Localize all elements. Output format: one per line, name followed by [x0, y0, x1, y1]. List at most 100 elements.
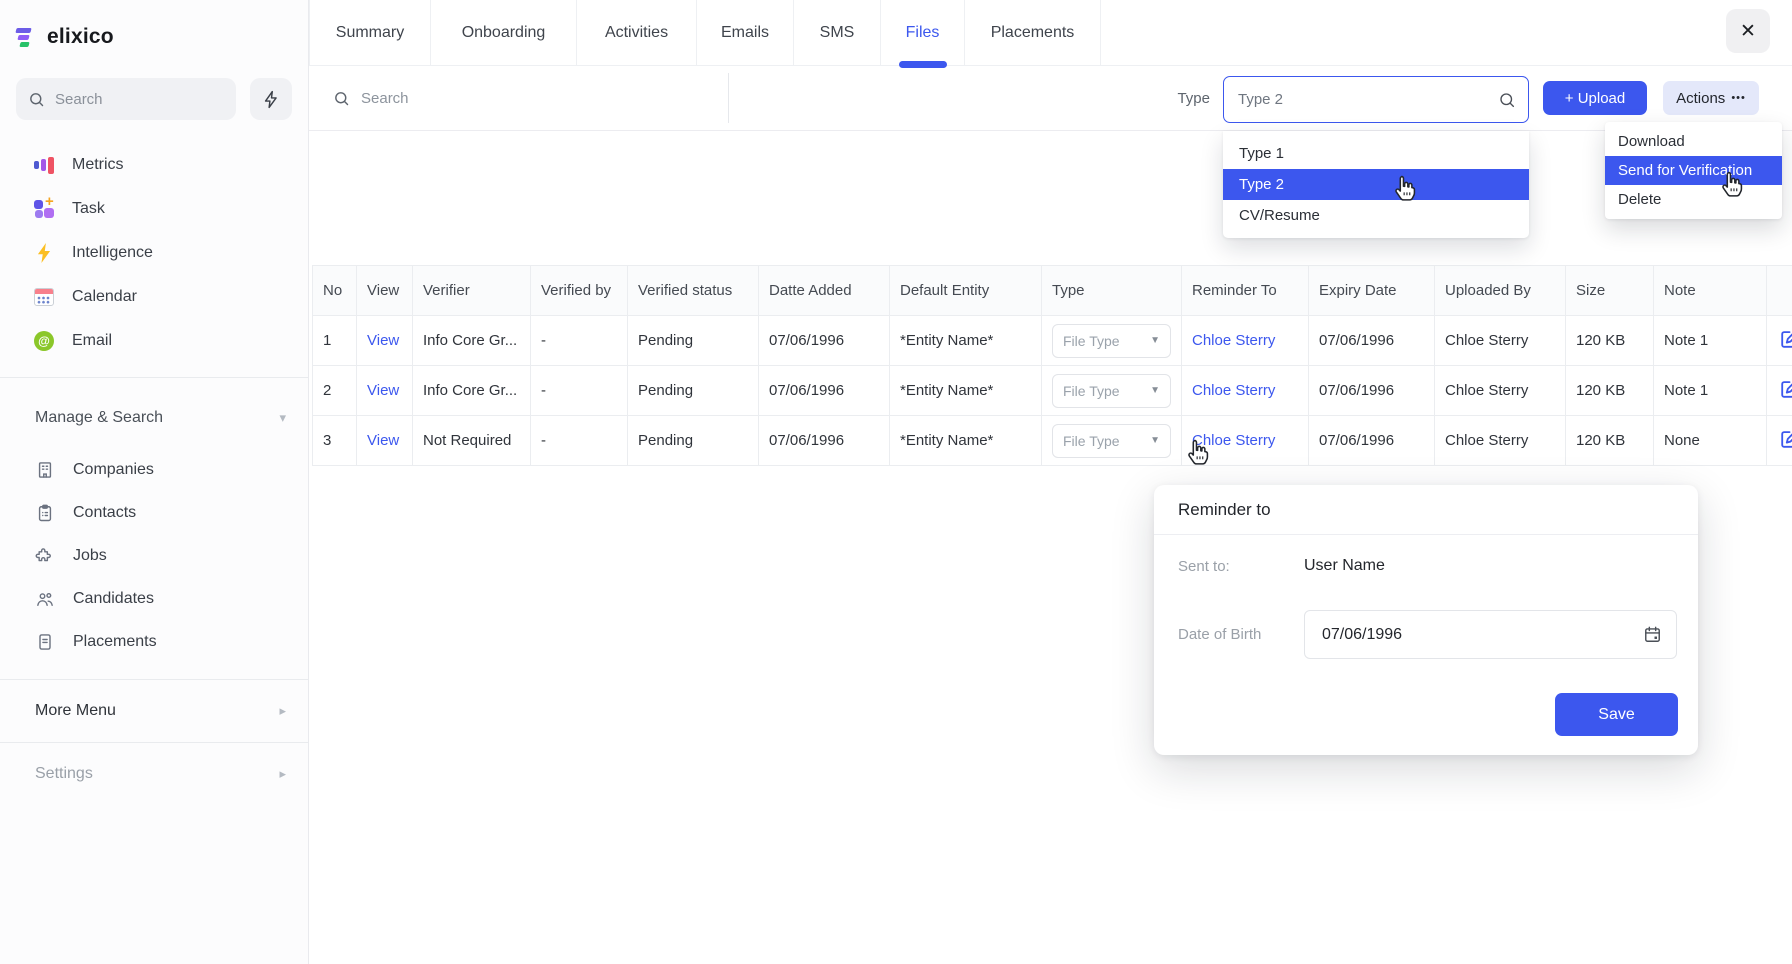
- action-send-for-verification[interactable]: Send for Verification: [1605, 156, 1782, 185]
- close-button[interactable]: ✕: [1726, 9, 1770, 53]
- cell-date-added: 07/06/1996: [759, 316, 890, 366]
- tab-label: Emails: [721, 24, 769, 42]
- col-header-uploaded-by: Uploaded By: [1435, 266, 1566, 316]
- reminder-to-link[interactable]: Chloe Sterry: [1192, 432, 1275, 449]
- col-header-verified-status: Verified status: [628, 266, 759, 316]
- file-type-select[interactable]: File Type▼: [1052, 374, 1171, 408]
- cell-note: Note 1: [1654, 366, 1767, 416]
- cell-date-added: 07/06/1996: [759, 366, 890, 416]
- sidebar-item-metrics[interactable]: Metrics: [0, 143, 308, 187]
- table-header-row: No View Verifier Verified by Verified st…: [313, 266, 1792, 316]
- reminder-to-link[interactable]: Chloe Sterry: [1192, 332, 1275, 349]
- settings-label: Settings: [35, 765, 93, 783]
- jobs-icon: [34, 545, 56, 567]
- calendar-picker-icon[interactable]: [1643, 625, 1662, 644]
- sidebar-item-calendar[interactable]: Calendar: [0, 275, 308, 319]
- tab-placements[interactable]: Placements: [965, 0, 1101, 65]
- cell-verified-by: -: [531, 316, 628, 366]
- sidebar-item-placements[interactable]: Placements: [0, 620, 308, 663]
- cell-size: 120 KB: [1566, 366, 1654, 416]
- tab-onboarding[interactable]: Onboarding: [431, 0, 577, 65]
- actions-label: Actions: [1676, 90, 1725, 107]
- type-filter-input[interactable]: [1238, 91, 1490, 108]
- tab-emails[interactable]: Emails: [697, 0, 794, 65]
- cell-expiry-date: 07/06/1996: [1309, 366, 1435, 416]
- bolt-icon: [262, 90, 281, 109]
- tab-activities[interactable]: Activities: [577, 0, 697, 65]
- modal-title: Reminder to: [1154, 485, 1698, 535]
- task-icon: +: [33, 198, 55, 220]
- type-dropdown-menu: Type 1 Type 2 CV/Resume: [1223, 131, 1529, 238]
- actions-button[interactable]: Actions •••: [1663, 81, 1759, 115]
- cell-default-entity: *Entity Name*: [890, 416, 1042, 466]
- view-link[interactable]: View: [367, 382, 399, 399]
- table-search-input[interactable]: [361, 90, 601, 107]
- view-link[interactable]: View: [367, 332, 399, 349]
- app-logo: elixico: [16, 25, 308, 49]
- divider: [728, 73, 729, 123]
- logo-text: elixico: [47, 25, 114, 49]
- sidebar-item-jobs[interactable]: Jobs: [0, 534, 308, 577]
- cell-size: 120 KB: [1566, 416, 1654, 466]
- table-row: 3 View Not Required - Pending 07/06/1996…: [313, 416, 1792, 466]
- sidebar-item-email[interactable]: @ Email: [0, 319, 308, 363]
- sidebar-item-candidates[interactable]: Candidates: [0, 577, 308, 620]
- action-download[interactable]: Download: [1605, 127, 1782, 156]
- save-button[interactable]: Save: [1555, 693, 1678, 736]
- reminder-to-link[interactable]: Chloe Sterry: [1192, 382, 1275, 399]
- file-type-select[interactable]: File Type▼: [1052, 424, 1171, 458]
- cell-no: 2: [313, 366, 357, 416]
- upload-button[interactable]: + Upload: [1543, 81, 1647, 115]
- edit-icon[interactable]: [1779, 428, 1792, 450]
- sidebar-item-companies[interactable]: Companies: [0, 448, 308, 491]
- sidebar-search-input[interactable]: [55, 91, 224, 108]
- type-option-2[interactable]: Type 2: [1223, 169, 1529, 200]
- table-search[interactable]: [333, 66, 601, 131]
- sidebar: elixico Metrics + Task Intelligence: [0, 0, 309, 964]
- caret-down-icon: ▼: [1150, 385, 1160, 396]
- chevron-right-icon: ▸: [279, 703, 286, 719]
- search-icon: [28, 91, 45, 108]
- file-type-select[interactable]: File Type▼: [1052, 324, 1171, 358]
- sidebar-item-contacts[interactable]: Contacts: [0, 491, 308, 534]
- tab-sms[interactable]: SMS: [794, 0, 881, 65]
- cell-verified-status: Pending: [628, 416, 759, 466]
- sidebar-search[interactable]: [16, 78, 236, 120]
- sidebar-item-more-menu[interactable]: More Menu ▸: [0, 680, 308, 742]
- sidebar-item-label: Intelligence: [72, 244, 153, 262]
- view-link[interactable]: View: [367, 432, 399, 449]
- type-option-cv-resume[interactable]: CV/Resume: [1223, 200, 1529, 231]
- cell-expiry-date: 07/06/1996: [1309, 416, 1435, 466]
- cell-verified-status: Pending: [628, 366, 759, 416]
- col-header-verifier: Verifier: [413, 266, 531, 316]
- tab-files[interactable]: Files: [881, 0, 965, 65]
- filter-bar: Type + Upload Actions •••: [309, 66, 1792, 131]
- type-option-1[interactable]: Type 1: [1223, 138, 1529, 169]
- cell-uploaded-by: Chloe Sterry: [1435, 316, 1566, 366]
- sidebar-item-intelligence[interactable]: Intelligence: [0, 231, 308, 275]
- col-header-size: Size: [1566, 266, 1654, 316]
- type-filter-label: Type: [1135, 66, 1210, 131]
- sidebar-item-settings[interactable]: Settings ▸: [0, 743, 308, 805]
- dob-input[interactable]: [1322, 626, 1643, 644]
- col-header-date-added: Datte Added: [759, 266, 890, 316]
- quick-actions-button[interactable]: [250, 78, 292, 120]
- sidebar-item-label: Calendar: [72, 288, 137, 306]
- col-header-note: Note: [1654, 266, 1767, 316]
- edit-icon[interactable]: [1779, 328, 1792, 350]
- tab-label: Placements: [991, 24, 1075, 42]
- tab-label: Onboarding: [462, 24, 546, 42]
- actions-dropdown-menu: Download Send for Verification Delete: [1605, 122, 1782, 219]
- candidates-icon: [34, 588, 56, 610]
- tab-label: SMS: [820, 24, 855, 42]
- edit-icon[interactable]: [1779, 378, 1792, 400]
- tab-summary[interactable]: Summary: [309, 0, 431, 65]
- action-delete[interactable]: Delete: [1605, 185, 1782, 214]
- type-filter-combobox[interactable]: [1223, 76, 1529, 123]
- dob-field[interactable]: [1304, 610, 1677, 659]
- sidebar-subnav: Companies Contacts Jobs Candidates Place…: [0, 448, 308, 663]
- sidebar-section-manage-search[interactable]: Manage & Search ▾: [0, 396, 308, 440]
- sidebar-item-task[interactable]: + Task: [0, 187, 308, 231]
- search-icon: [1498, 91, 1516, 109]
- cell-verifier: Info Core Gr...: [413, 316, 531, 366]
